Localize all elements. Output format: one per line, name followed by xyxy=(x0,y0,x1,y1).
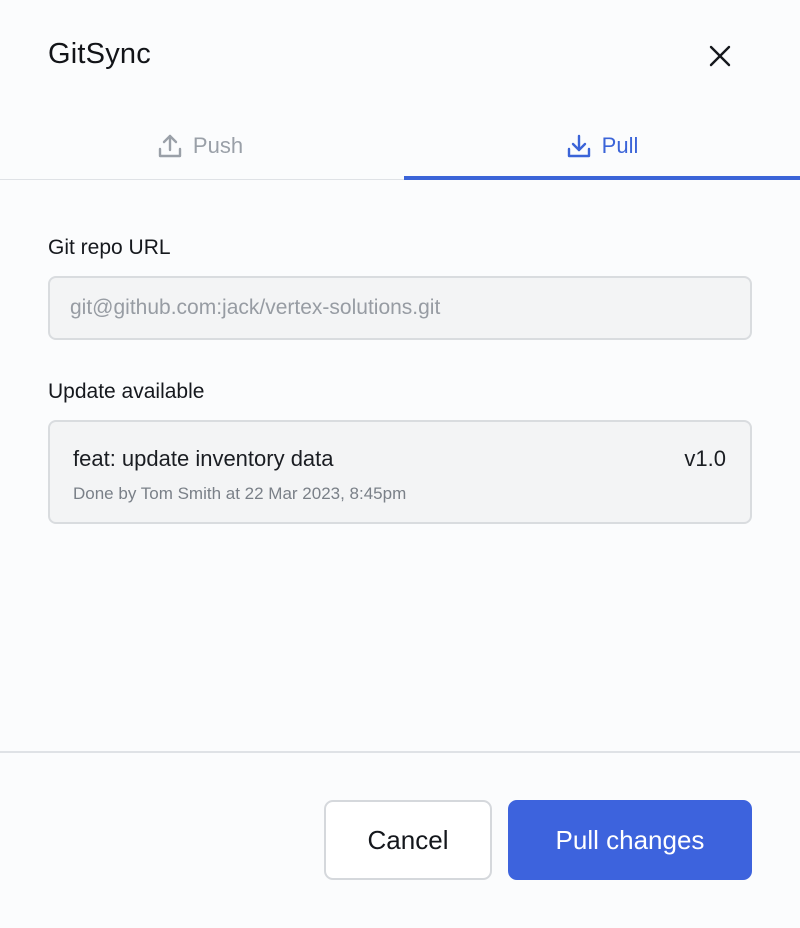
repo-url-label: Git repo URL xyxy=(48,236,171,259)
tab-push[interactable]: Push xyxy=(0,112,400,180)
cancel-button[interactable]: Cancel xyxy=(324,800,492,880)
tab-bar: Push Pull xyxy=(0,112,800,180)
gitsync-dialog: GitSync Push Pull Git repo URL git@githu… xyxy=(0,0,800,928)
commit-message: feat: update inventory data xyxy=(73,446,334,471)
repo-url-input[interactable] xyxy=(48,276,752,340)
tab-pull-label: Pull xyxy=(601,133,639,158)
download-icon xyxy=(566,133,592,159)
close-icon xyxy=(709,45,731,67)
pull-changes-button[interactable]: Pull changes xyxy=(508,800,752,880)
upload-icon xyxy=(157,133,183,159)
update-card: feat: update inventory data v1.0 Done by… xyxy=(48,420,752,524)
dialog-title: GitSync xyxy=(48,38,151,70)
active-tab-indicator xyxy=(404,176,800,180)
tab-push-label: Push xyxy=(192,133,244,158)
update-available-label: Update available xyxy=(48,380,205,403)
commit-version: v1.0 xyxy=(684,446,726,471)
commit-meta: Done by Tom Smith at 22 Mar 2023, 8:45pm xyxy=(73,484,407,503)
tab-pull[interactable]: Pull xyxy=(404,112,800,180)
dialog-header: GitSync xyxy=(0,0,800,112)
footer-divider xyxy=(0,751,800,753)
close-button[interactable] xyxy=(700,36,740,76)
